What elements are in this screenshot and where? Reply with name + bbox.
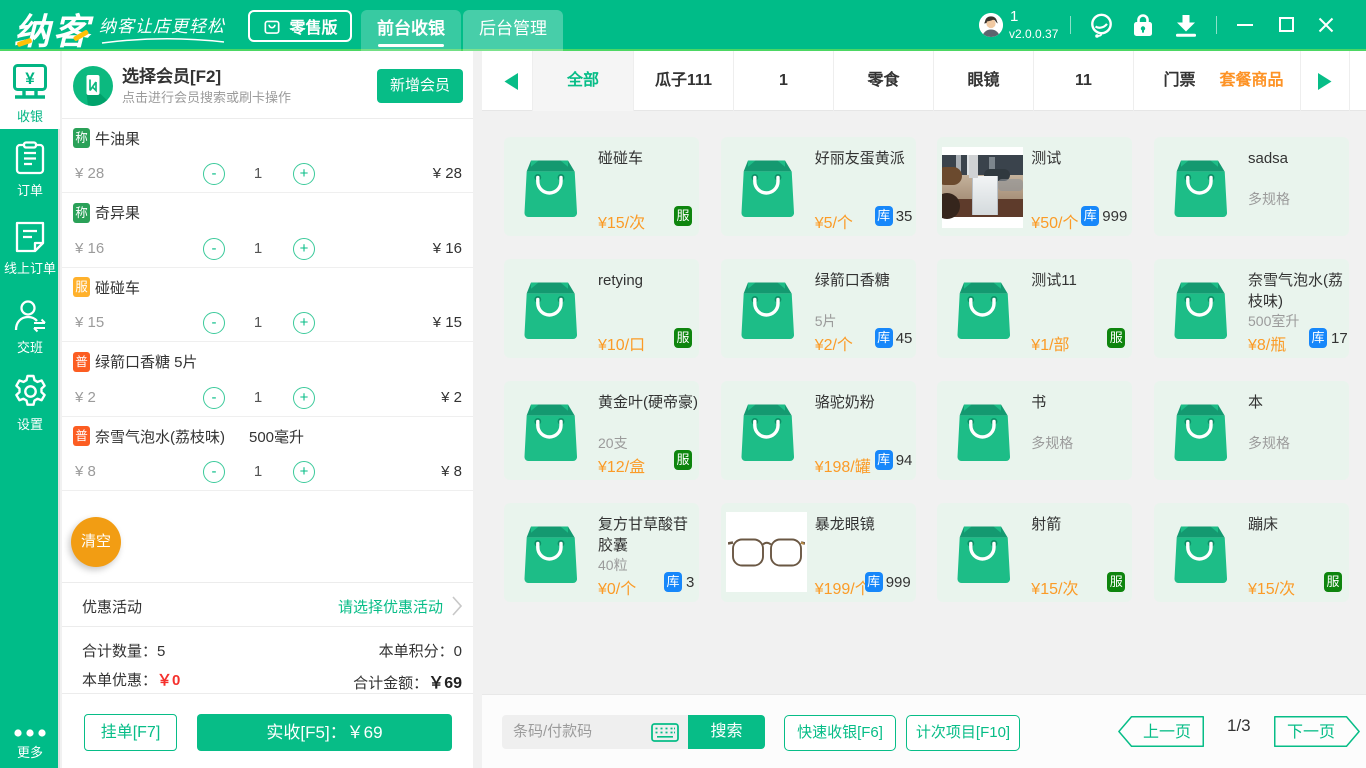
svg-text:下一页: 下一页	[1287, 724, 1335, 741]
svg-text:¥: ¥	[25, 69, 35, 88]
svg-text:上一页: 上一页	[1143, 723, 1191, 741]
